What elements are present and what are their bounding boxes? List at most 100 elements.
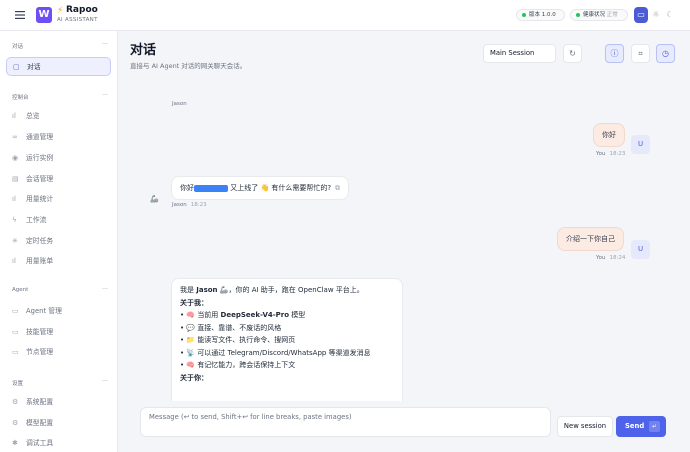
- user-message: 你好: [593, 123, 625, 147]
- intro-line: 我是 Jason 🦾，你的 AI 助手，跑在 OpenClaw 平台上。: [180, 286, 364, 294]
- page-subtitle: 直接与 AI Agent 对话的网关聊天会话。: [130, 62, 247, 70]
- sidebar-item-label: 用量统计: [26, 195, 54, 203]
- message-input[interactable]: Message (↩ to send, Shift+↩ for line bre…: [140, 407, 551, 437]
- sidebar-item-workflow[interactable]: ϟ 工作流: [6, 211, 111, 230]
- clock-icon[interactable]: ◷: [656, 44, 675, 63]
- new-session-button[interactable]: New session: [557, 416, 613, 437]
- sidebar-item-label: 对话: [27, 63, 41, 71]
- list-item: • 📁 能读写文件、执行命令、搜网页: [180, 336, 296, 344]
- avatar: U: [631, 135, 650, 154]
- folder-icon: ▭: [12, 328, 19, 336]
- sidebar-item-instances[interactable]: ◉ 运行实例: [6, 149, 111, 168]
- health-badge: 健康状况 正常: [570, 9, 628, 21]
- folder-icon: ▭: [12, 307, 19, 315]
- session-select[interactable]: Main Session: [483, 44, 556, 63]
- sidebar-item-billing[interactable]: ıl 用量账单: [6, 252, 111, 271]
- message-text: 你好: [602, 131, 616, 139]
- file-icon: ▤: [12, 175, 19, 183]
- section-title-settings: 设置: [12, 381, 24, 387]
- bolt-icon: ⚡: [57, 6, 64, 16]
- info-icon[interactable]: ⓘ: [605, 44, 624, 63]
- section-title-agent: Agent: [12, 287, 29, 293]
- sidebar-item-label: 模型配置: [26, 419, 54, 427]
- bot-avatar: 🦾: [150, 195, 159, 203]
- user-message: 介绍一下你自己: [557, 227, 624, 251]
- refresh-icon[interactable]: ↻: [563, 44, 582, 63]
- sidebar-item-label: 调试工具: [26, 439, 54, 447]
- sidebar-item-skills[interactable]: ▭ 技能管理: [6, 323, 111, 342]
- bar-chart-icon: ıl: [12, 257, 16, 265]
- list-item: • 🧠 当前用 DeepSeek-V4-Pro 模型: [180, 311, 306, 319]
- sidebar-item-label: 总览: [26, 112, 40, 120]
- sidebar: 对话 — ▢ 对话 控制台 — ıl 总览 ∞ 通道管理 ◉ 运行实例 ▤ 会话管理 ı…: [0, 31, 118, 452]
- list-item: • 🧠 有记忆能力，跨会话保持上下文: [180, 361, 296, 369]
- focus-icon[interactable]: ⌗: [631, 44, 650, 63]
- app-logo[interactable]: W: [36, 7, 52, 23]
- sidebar-item-system-config[interactable]: ⚙ 系统配置: [6, 393, 111, 412]
- message-meta: You 18:23: [596, 151, 626, 157]
- sidebar-item-channels[interactable]: ∞ 通道管理: [6, 128, 111, 147]
- sidebar-item-label: 技能管理: [26, 328, 54, 336]
- health-label: 健康状况: [583, 12, 606, 18]
- brand-subtitle: AI ASSISTANT: [57, 17, 98, 23]
- sun-icon[interactable]: ☼: [649, 7, 663, 23]
- bar-chart-icon: ıl: [12, 112, 16, 120]
- message-text: 又上线了 👋 有什么需要帮忙的?: [230, 184, 332, 192]
- sidebar-item-cron[interactable]: ✳ 定时任务: [6, 232, 111, 251]
- collapse-icon[interactable]: —: [102, 91, 108, 98]
- moon-icon[interactable]: ☾: [663, 7, 677, 23]
- sidebar-item-model-config[interactable]: ⚙ 模型配置: [6, 414, 111, 433]
- redacted-text: [194, 184, 228, 192]
- health-status: 正常: [606, 12, 618, 18]
- sidebar-item-overview[interactable]: ıl 总览: [6, 107, 111, 126]
- sidebar-item-label: 运行实例: [26, 154, 54, 162]
- sidebar-item-label: 节点管理: [26, 348, 54, 356]
- sidebar-item-nodes[interactable]: ▭ 节点管理: [6, 343, 111, 362]
- sidebar-item-usage[interactable]: ıl 用量统计: [6, 190, 111, 209]
- link-icon: ∞: [12, 133, 18, 141]
- loader-icon: ✳: [12, 237, 18, 245]
- list-item: • 📡 可以通过 Telegram/Discord/WhatsApp 等渠道发消…: [180, 348, 371, 357]
- sidebar-item-sessions[interactable]: ▤ 会话管理: [6, 170, 111, 189]
- sidebar-item-debug[interactable]: ✱ 调试工具: [6, 434, 111, 452]
- heading-you: 关于你：: [180, 373, 208, 382]
- avatar: U: [631, 240, 650, 259]
- brand-name: Rapoo: [66, 5, 98, 15]
- gear-icon: ⚙: [12, 419, 19, 427]
- copy-icon[interactable]: ⧉: [335, 182, 340, 194]
- sidebar-item-label: 通道管理: [26, 133, 54, 141]
- status-dot: [576, 13, 580, 17]
- chat-thread[interactable]: Jason 你好 U You 18:23 🦾 你好 又上线了 👋 有什么需要帮忙的…: [118, 83, 690, 401]
- bug-icon: ✱: [12, 439, 18, 447]
- collapse-icon[interactable]: —: [102, 377, 108, 384]
- monitor-icon: ▭: [12, 348, 19, 356]
- sidebar-item-label: Agent 管理: [26, 307, 62, 315]
- message-text: 你好: [180, 184, 194, 192]
- message-meta: Jason 18:23: [172, 202, 207, 208]
- collapse-icon[interactable]: —: [102, 40, 108, 47]
- version-badge: 版本 1.0.0: [516, 9, 565, 21]
- version-label: 版本 1.0.0: [529, 12, 556, 18]
- send-button[interactable]: Send ↵: [616, 416, 666, 437]
- send-label: Send: [625, 422, 645, 430]
- monitor-icon[interactable]: ▭: [634, 7, 648, 23]
- sidebar-item-chat[interactable]: ▢ 对话: [6, 57, 111, 76]
- sidebar-item-label: 工作流: [26, 216, 47, 224]
- main-panel: 对话 直接与 AI Agent 对话的网关聊天会话。 Main Session …: [118, 31, 690, 452]
- collapse-icon[interactable]: —: [102, 285, 108, 292]
- message-meta: You 18:24: [596, 255, 626, 261]
- section-title-console: 控制台: [12, 95, 29, 101]
- heading-about: 关于我：: [180, 298, 208, 307]
- sidebar-item-label: 会话管理: [26, 175, 54, 183]
- message-text: 介绍一下你自己: [566, 235, 615, 243]
- status-dot: [522, 13, 526, 17]
- sidebar-item-label: 系统配置: [26, 398, 54, 406]
- menu-icon[interactable]: [14, 9, 26, 21]
- composer: Message (↩ to send, Shift+↩ for line bre…: [118, 401, 690, 452]
- sidebar-item-agents[interactable]: ▭ Agent 管理: [6, 302, 111, 321]
- zap-icon: ϟ: [12, 216, 17, 224]
- bot-message: 我是 Jason 🦾，你的 AI 助手，跑在 OpenClaw 平台上。 关于我…: [171, 278, 403, 401]
- chat-icon: ▢: [13, 63, 20, 71]
- theme-switcher: ▭ ☼ ☾: [634, 7, 678, 23]
- gear-icon: ⚙: [12, 398, 19, 406]
